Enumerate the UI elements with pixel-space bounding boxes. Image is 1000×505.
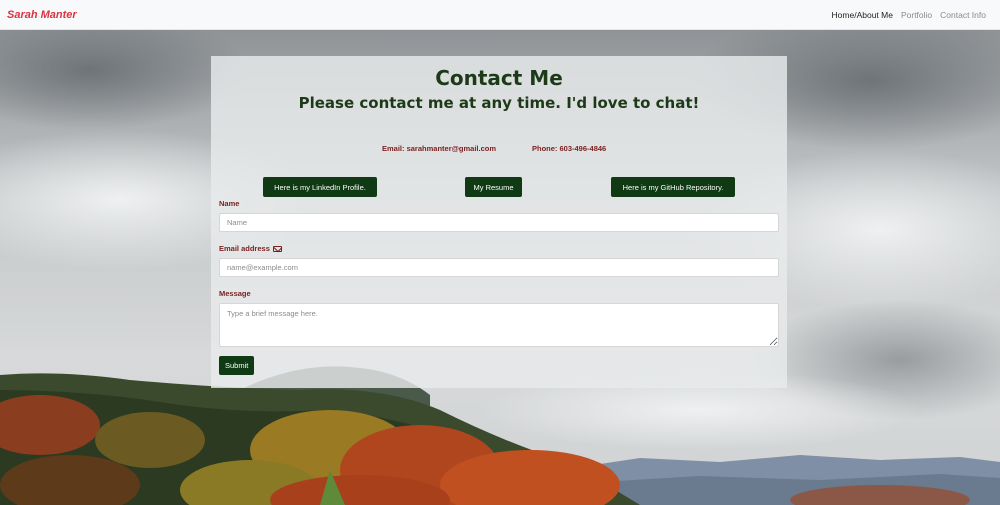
resume-button[interactable]: My Resume bbox=[465, 177, 522, 197]
brand-logo[interactable]: Sarah Manter bbox=[7, 9, 77, 21]
phone-info: Phone: 603-496-4846 bbox=[532, 144, 607, 153]
email-label: Email address bbox=[219, 244, 282, 253]
envelope-icon bbox=[272, 245, 282, 252]
nav-link-home[interactable]: Home/About Me bbox=[832, 10, 893, 20]
page-subtitle: Please contact me at any time. I'd love … bbox=[298, 94, 700, 112]
github-button[interactable]: Here is my GitHub Repository. bbox=[611, 177, 735, 197]
submit-button[interactable]: Submit bbox=[219, 356, 255, 375]
email-input[interactable] bbox=[219, 258, 779, 277]
nav-links: Home/About Me Portfolio Contact Info bbox=[832, 10, 986, 20]
name-input[interactable] bbox=[219, 213, 779, 232]
email-info: Email: sarahmanter@gmail.com bbox=[382, 144, 497, 153]
nav-link-contact[interactable]: Contact Info bbox=[940, 10, 986, 20]
linkedin-button[interactable]: Here is my LinkedIn Profile. bbox=[263, 177, 377, 197]
message-textarea[interactable] bbox=[219, 303, 779, 347]
nav-link-portfolio[interactable]: Portfolio bbox=[901, 10, 932, 20]
top-navbar: Sarah Manter Home/About Me Portfolio Con… bbox=[0, 0, 1000, 30]
message-label: Message bbox=[219, 289, 251, 298]
contact-card: Contact Me Please contact me at any time… bbox=[211, 56, 787, 388]
page-title: Contact Me bbox=[435, 66, 563, 90]
name-label: Name bbox=[219, 199, 240, 208]
